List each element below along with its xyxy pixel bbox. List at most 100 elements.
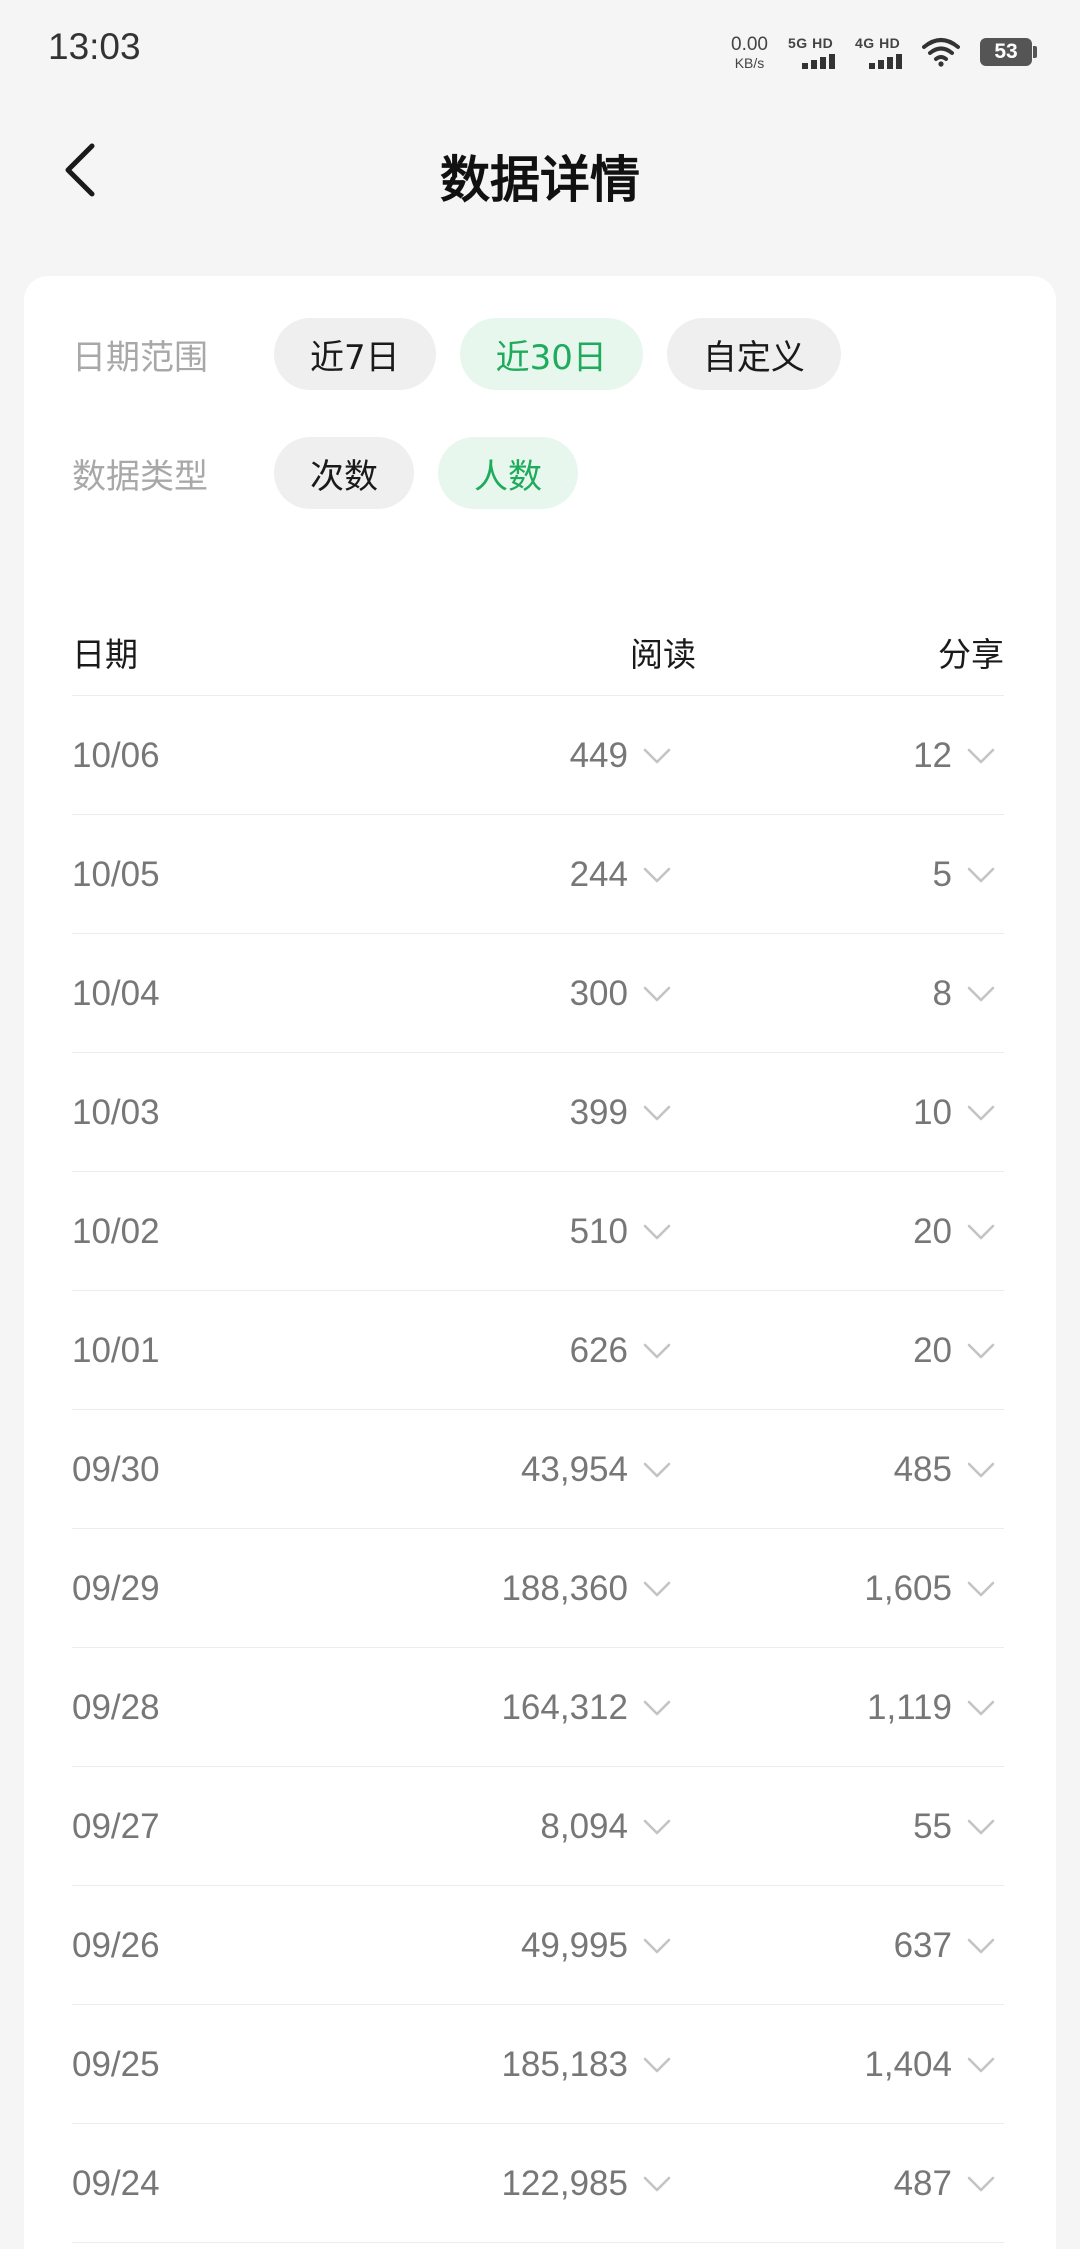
share-value-dropdown[interactable]: 12 xyxy=(913,734,1004,778)
row-date: 09/25 xyxy=(72,2045,160,2084)
share-value-dropdown[interactable]: 1,404 xyxy=(864,2043,1004,2087)
row-date: 09/29 xyxy=(72,1569,160,1608)
row-date: 10/05 xyxy=(72,855,160,894)
chevron-down-icon xyxy=(967,1938,995,1954)
read-value: 300 xyxy=(569,974,628,1013)
read-value-dropdown[interactable]: 49,995 xyxy=(521,1924,680,1968)
share-value-dropdown[interactable]: 487 xyxy=(894,2162,1004,2206)
share-value: 1,605 xyxy=(864,1569,952,1608)
status-icons: 0.00 KB/s 5G HD 4G HD 53 xyxy=(731,30,1037,74)
signal-label-4g: 4G HD xyxy=(855,34,901,51)
share-value: 5 xyxy=(932,855,952,894)
chevron-down-icon xyxy=(643,1224,671,1240)
read-value-dropdown[interactable]: 8,094 xyxy=(540,1805,680,1849)
read-value-dropdown[interactable]: 188,360 xyxy=(501,1567,680,1611)
read-value-dropdown[interactable]: 164,312 xyxy=(501,1686,680,1730)
chevron-down-icon xyxy=(967,1581,995,1597)
read-value: 510 xyxy=(569,1212,628,1251)
read-value: 626 xyxy=(569,1331,628,1370)
wifi-icon xyxy=(922,38,960,67)
row-date: 09/30 xyxy=(72,1450,160,1489)
signal-icon: 5G HD xyxy=(788,36,835,69)
share-value-dropdown[interactable]: 1,605 xyxy=(864,1567,1004,1611)
chevron-down-icon xyxy=(643,1700,671,1716)
table-row: 10/04 300 8 xyxy=(72,934,1004,1053)
table-row: 10/06 449 12 xyxy=(72,696,1004,815)
read-value: 244 xyxy=(569,855,628,894)
read-value-dropdown[interactable]: 43,954 xyxy=(521,1448,680,1492)
chevron-down-icon xyxy=(643,2176,671,2192)
share-value: 10 xyxy=(913,1093,952,1132)
chevron-down-icon xyxy=(643,1343,671,1359)
table-body: 10/06 449 12 10/05 244 5 10/04 300 8 10/03 399 10 10… xyxy=(72,696,1004,2243)
row-date: 10/06 xyxy=(72,736,160,775)
read-value-dropdown[interactable]: 510 xyxy=(570,1210,680,1254)
share-value: 487 xyxy=(893,2164,952,2203)
share-value-dropdown[interactable]: 20 xyxy=(913,1210,1004,1254)
read-value-dropdown[interactable]: 185,183 xyxy=(501,2043,680,2087)
read-value-dropdown[interactable]: 122,985 xyxy=(501,2162,680,2206)
table-row: 09/26 49,995 637 xyxy=(72,1886,1004,2005)
read-value: 185,183 xyxy=(501,2045,628,2084)
chevron-down-icon xyxy=(967,1105,995,1121)
chevron-down-icon xyxy=(967,1700,995,1716)
share-value-dropdown[interactable]: 8 xyxy=(933,972,1004,1016)
table-row: 10/05 244 5 xyxy=(72,815,1004,934)
share-value-dropdown[interactable]: 10 xyxy=(913,1091,1004,1135)
share-value-dropdown[interactable]: 55 xyxy=(913,1805,1004,1849)
read-value-dropdown[interactable]: 449 xyxy=(570,734,680,778)
share-value: 12 xyxy=(913,736,952,775)
signal-label-5g: 5G HD xyxy=(788,34,834,51)
read-value-dropdown[interactable]: 244 xyxy=(570,853,680,897)
chevron-down-icon xyxy=(967,1343,995,1359)
table-row: 09/27 8,094 55 xyxy=(72,1767,1004,1886)
chevron-down-icon xyxy=(643,867,671,883)
row-date: 10/03 xyxy=(72,1093,160,1132)
read-value-dropdown[interactable]: 300 xyxy=(570,972,680,1016)
column-header-date: 日期 xyxy=(72,635,138,674)
chip-users[interactable]: 人数 xyxy=(438,437,578,509)
read-value-dropdown[interactable]: 399 xyxy=(570,1091,680,1135)
chevron-down-icon xyxy=(643,1105,671,1121)
share-value-dropdown[interactable]: 20 xyxy=(913,1329,1004,1373)
chip-custom-range[interactable]: 自定义 xyxy=(666,318,841,390)
nav-bar: 数据详情 xyxy=(0,110,1080,230)
date-range-label: 日期范围 xyxy=(72,337,208,378)
table-row: 09/28 164,312 1,119 xyxy=(72,1648,1004,1767)
chip-last-30-days[interactable]: 近30日 xyxy=(459,318,643,390)
row-date: 09/28 xyxy=(72,1688,160,1727)
chevron-down-icon xyxy=(643,2057,671,2073)
column-header-read: 阅读 xyxy=(630,635,696,674)
chevron-down-icon xyxy=(643,1462,671,1478)
read-value: 43,954 xyxy=(520,1450,628,1489)
network-speed: 0.00 KB/s xyxy=(731,35,768,70)
chevron-down-icon xyxy=(643,986,671,1002)
data-card: 日期范围 近7日 近30日 自定义 数据类型 次数 人数 日期 阅读 分享 10… xyxy=(24,276,1056,2249)
table-header: 日期 阅读 分享 xyxy=(72,608,1004,696)
chevron-down-icon xyxy=(967,1224,995,1240)
read-value: 449 xyxy=(569,736,628,775)
read-value: 164,312 xyxy=(501,1688,628,1727)
chevron-down-icon xyxy=(967,1462,995,1478)
row-date: 10/01 xyxy=(72,1331,160,1370)
read-value-dropdown[interactable]: 626 xyxy=(570,1329,680,1373)
share-value-dropdown[interactable]: 637 xyxy=(894,1924,1004,1968)
row-date: 10/04 xyxy=(72,974,160,1013)
chip-last-7-days[interactable]: 近7日 xyxy=(274,318,436,390)
table-row: 10/02 510 20 xyxy=(72,1172,1004,1291)
chevron-down-icon xyxy=(643,1581,671,1597)
battery-icon: 53 xyxy=(980,38,1037,66)
row-date: 09/27 xyxy=(72,1807,160,1846)
data-type-filter: 数据类型 次数 人数 xyxy=(72,437,602,509)
chevron-down-icon xyxy=(967,986,995,1002)
read-value: 188,360 xyxy=(501,1569,628,1608)
table-row: 09/29 188,360 1,605 xyxy=(72,1529,1004,1648)
share-value-dropdown[interactable]: 1,119 xyxy=(867,1686,1004,1730)
page-title: 数据详情 xyxy=(440,151,640,209)
share-value: 485 xyxy=(893,1450,952,1489)
chevron-down-icon xyxy=(967,1819,995,1835)
chip-count[interactable]: 次数 xyxy=(274,437,414,509)
share-value-dropdown[interactable]: 5 xyxy=(933,853,1004,897)
table-row: 09/30 43,954 485 xyxy=(72,1410,1004,1529)
share-value-dropdown[interactable]: 485 xyxy=(894,1448,1004,1492)
